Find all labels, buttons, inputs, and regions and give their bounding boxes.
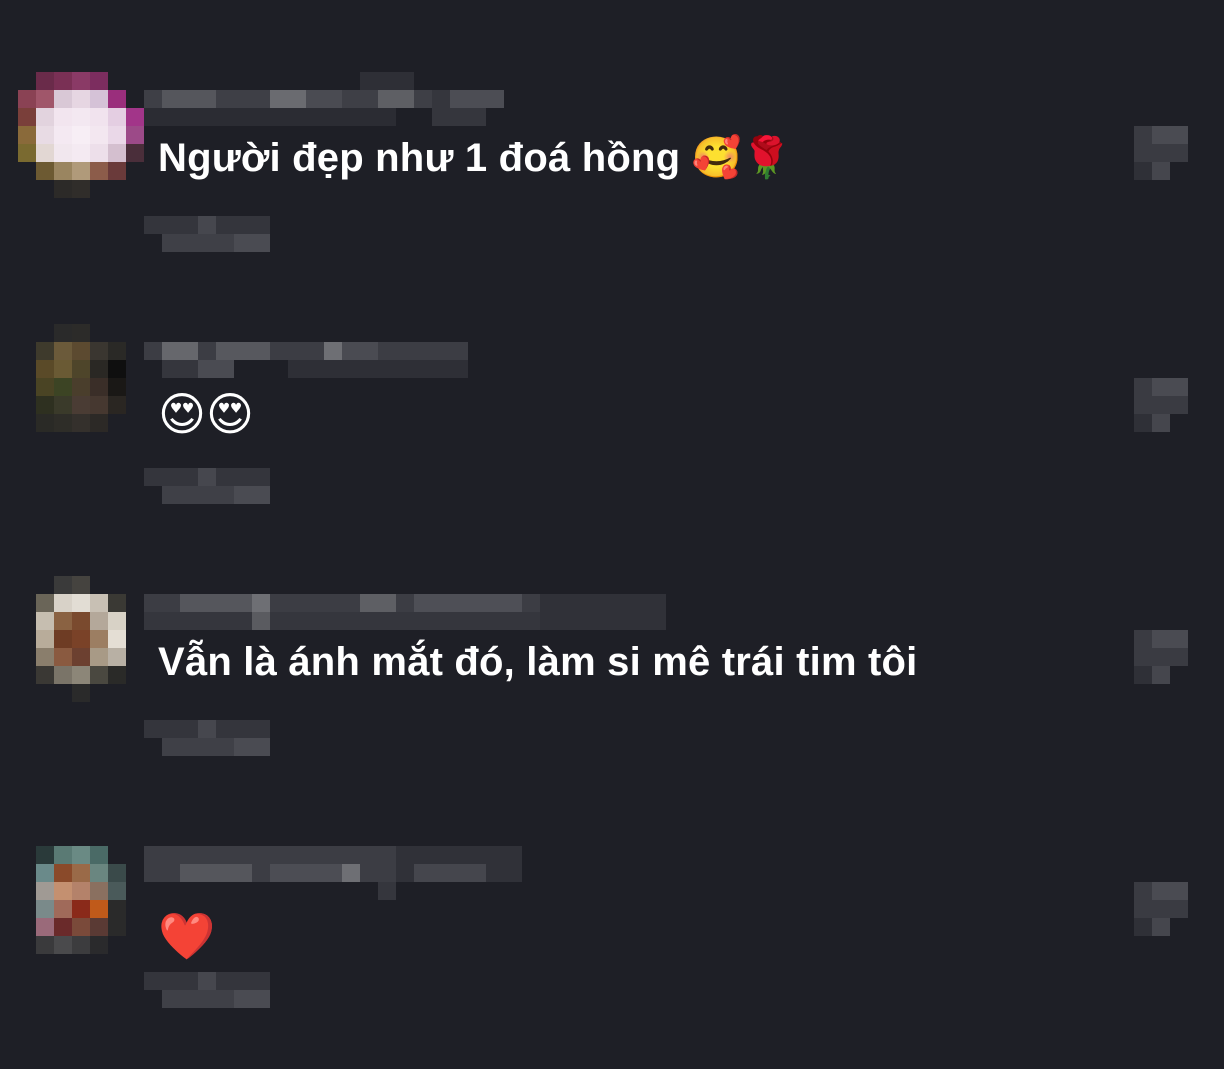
comment-item: 😍😍 xyxy=(0,324,1224,524)
more-options-icon[interactable] xyxy=(1134,882,1188,936)
comment-text: 😍😍 xyxy=(158,388,254,440)
comment-text: ❤️ xyxy=(158,910,216,962)
username-redacted[interactable] xyxy=(144,324,468,378)
comment-meta-redacted[interactable] xyxy=(144,972,270,1008)
more-options-icon[interactable] xyxy=(1134,630,1188,684)
avatar[interactable] xyxy=(18,846,144,972)
comment-meta-redacted[interactable] xyxy=(144,720,270,756)
username-redacted[interactable] xyxy=(144,846,522,900)
more-options-icon[interactable] xyxy=(1134,378,1188,432)
comment-text: Vẫn là ánh mắt đó, làm si mê trái tim tô… xyxy=(158,640,918,684)
comment-item: Người đẹp như 1 đoá hồng 🥰🌹 xyxy=(0,72,1224,272)
comment-meta-redacted[interactable] xyxy=(144,216,270,252)
avatar[interactable] xyxy=(18,324,144,450)
avatar[interactable] xyxy=(18,576,144,702)
username-redacted[interactable] xyxy=(144,72,504,126)
comment-text: Người đẹp như 1 đoá hồng 🥰🌹 xyxy=(158,136,792,180)
comment-item: Vẫn là ánh mắt đó, làm si mê trái tim tô… xyxy=(0,576,1224,776)
username-redacted[interactable] xyxy=(144,576,666,630)
more-options-icon[interactable] xyxy=(1134,126,1188,180)
avatar[interactable] xyxy=(18,72,144,198)
comment-item: ❤️ xyxy=(0,846,1224,1046)
comment-meta-redacted[interactable] xyxy=(144,468,270,504)
